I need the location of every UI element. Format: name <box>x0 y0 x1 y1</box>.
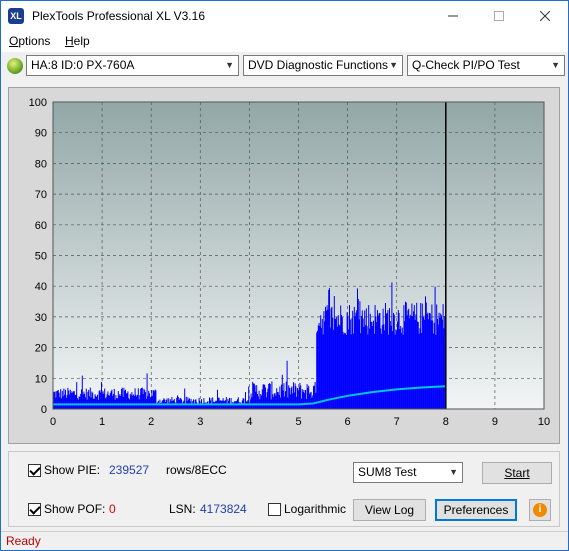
function-select-value: DVD Diagnostic Functions <box>248 58 389 72</box>
preferences-label: Preferences <box>443 503 509 517</box>
x-tick-label: 2 <box>148 416 154 428</box>
x-tick-label: 7 <box>394 416 400 428</box>
x-tick-label: 9 <box>492 416 498 428</box>
sum-test-select[interactable]: SUM8 Test ▼ <box>353 462 463 483</box>
menu-help-accel: H <box>65 34 74 48</box>
x-tick-label: 6 <box>345 416 351 428</box>
x-tick-label: 1 <box>99 416 105 428</box>
show-pie-checkbox[interactable] <box>28 464 41 477</box>
x-tick-label: 3 <box>197 416 203 428</box>
menu-help-label: elp <box>73 34 90 48</box>
x-tick-label: 5 <box>295 416 301 428</box>
chevron-down-icon: ▼ <box>449 467 458 477</box>
lsn-label: LSN: <box>169 502 196 516</box>
view-log-label: View Log <box>364 503 415 517</box>
sum-test-value: SUM8 Test <box>358 465 417 479</box>
y-tick-label: 90 <box>35 128 47 140</box>
status-text: Ready <box>6 534 41 548</box>
x-tick-label: 8 <box>443 416 449 428</box>
chart-panel: 0 10 20 30 40 50 60 70 80 90 100 0 1 2 3 4 5 6 7 8 9 10 <box>8 87 560 444</box>
x-tick-label: 10 <box>538 416 550 428</box>
y-tick-label: 10 <box>35 373 47 385</box>
stats-panel: Show PIE: 239527 rows/8ECC SUM8 Test ▼ S… <box>8 451 560 527</box>
y-tick-label: 70 <box>35 189 47 201</box>
chevron-down-icon: ▼ <box>389 60 398 70</box>
test-select-value: Q-Check PI/PO Test <box>412 58 520 72</box>
info-icon: i <box>533 503 547 517</box>
drive-select-value: HA:8 ID:0 PX-760A <box>31 58 135 72</box>
show-pof-label: Show POF: <box>44 502 106 516</box>
pof-value: 0 <box>109 502 116 516</box>
y-tick-label: 100 <box>29 97 47 109</box>
drive-select[interactable]: HA:8 ID:0 PX-760A ▼ <box>26 55 239 76</box>
y-tick-label: 40 <box>35 281 47 293</box>
pie-value: 239527 <box>109 463 150 477</box>
y-axis-ticks: 0 10 20 30 40 50 60 70 80 90 100 <box>29 97 47 416</box>
menu-options-label: ptions <box>18 34 51 48</box>
toolbar: HA:8 ID:0 PX-760A ▼ DVD Diagnostic Funct… <box>1 52 568 80</box>
maximize-icon <box>494 11 504 21</box>
y-tick-label: 0 <box>41 404 47 416</box>
chevron-down-icon: ▼ <box>225 60 234 70</box>
x-tick-label: 0 <box>50 416 56 428</box>
chevron-down-icon: ▼ <box>551 60 560 70</box>
menu-options[interactable]: Options <box>9 34 50 48</box>
show-pof-checkbox[interactable] <box>28 503 41 516</box>
menu-options-accel: O <box>9 34 19 48</box>
menu-help[interactable]: Help <box>65 34 90 48</box>
y-tick-label: 20 <box>35 343 47 355</box>
x-tick-label: 4 <box>246 416 252 428</box>
window-title: PlexTools Professional XL V3.16 <box>32 9 205 23</box>
menu-bar: Options Help <box>1 31 568 52</box>
app-window: XL PlexTools Professional XL V3.16 Optio… <box>0 0 569 551</box>
maximize-button[interactable] <box>476 1 522 31</box>
pi-po-chart: 0 10 20 30 40 50 60 70 80 90 100 0 1 2 3 4 5 6 7 8 9 10 <box>29 97 550 428</box>
start-button-label: Start <box>504 466 530 480</box>
y-tick-label: 60 <box>35 220 47 232</box>
minimize-icon <box>448 15 458 17</box>
y-tick-label: 80 <box>35 158 47 170</box>
test-select[interactable]: Q-Check PI/PO Test ▼ <box>407 55 565 76</box>
rows-label: rows/8ECC <box>166 463 227 477</box>
x-axis-ticks: 0 1 2 3 4 5 6 7 8 9 10 <box>50 416 550 428</box>
y-tick-label: 50 <box>35 251 47 263</box>
show-pie-label: Show PIE: <box>44 463 101 477</box>
lsn-value: 4173824 <box>200 502 247 516</box>
app-logo-icon: XL <box>8 8 24 24</box>
preferences-button[interactable]: Preferences <box>435 499 517 521</box>
drive-disc-icon <box>7 58 23 74</box>
function-select[interactable]: DVD Diagnostic Functions ▼ <box>243 55 403 76</box>
start-button[interactable]: Start <box>482 462 552 484</box>
minimize-button[interactable] <box>430 1 476 31</box>
close-icon <box>540 11 550 21</box>
close-button[interactable] <box>522 1 568 31</box>
info-button[interactable]: i <box>529 499 551 521</box>
logarithmic-label: Logarithmic <box>284 502 347 516</box>
logarithmic-checkbox[interactable] <box>268 503 281 516</box>
status-bar: Ready <box>1 531 568 550</box>
view-log-button[interactable]: View Log <box>353 499 426 521</box>
title-bar: XL PlexTools Professional XL V3.16 <box>1 1 568 31</box>
y-tick-label: 30 <box>35 312 47 324</box>
